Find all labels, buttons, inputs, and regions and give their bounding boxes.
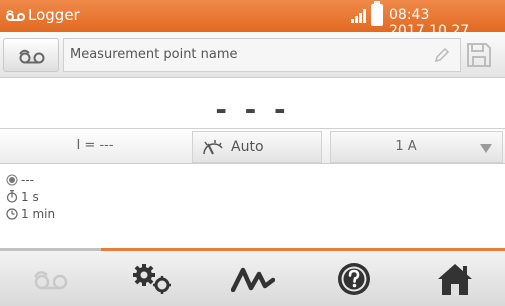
nav-settings[interactable] [101, 251, 202, 306]
nav-home[interactable] [404, 251, 505, 306]
duration-row: 1 min [6, 205, 55, 222]
battery-icon [371, 1, 383, 26]
nav-graph[interactable] [202, 251, 303, 306]
measurement-point-icon [19, 49, 45, 64]
parameter-bar: I = --- Auto 1 A [0, 128, 505, 164]
record-status-icon [6, 174, 18, 185]
signal-strength-icon [351, 8, 367, 27]
auto-range-icon [203, 140, 223, 155]
stopwatch-icon [6, 190, 18, 203]
settings-gears-icon [132, 263, 171, 294]
nav-logger[interactable] [0, 251, 101, 306]
home-icon [437, 263, 472, 295]
clock-icon [6, 207, 18, 220]
measurement-point-button[interactable] [3, 38, 59, 72]
status-row: --- [6, 171, 55, 188]
pencil-icon[interactable] [434, 47, 450, 63]
dropdown-arrow-icon [480, 144, 492, 153]
interval-value: 1 s [21, 189, 39, 204]
measurement-point-name-field[interactable]: Measurement point name [63, 38, 461, 72]
title-bar: Logger 08:43 2017.10.27 [0, 0, 505, 39]
range-select[interactable]: 1 A [330, 131, 503, 163]
help-icon [337, 262, 370, 295]
interval-row: 1 s [6, 188, 55, 205]
current-readout: I = --- [76, 138, 114, 153]
range-value: 1 A [395, 139, 417, 154]
duration-value: 1 min [21, 206, 56, 221]
measurement-point-bar: Measurement point name [0, 32, 505, 78]
logger-app-icon [6, 8, 26, 27]
measurement-value: - - - [215, 93, 290, 126]
nav-help[interactable] [303, 251, 404, 306]
logger-icon [33, 270, 67, 289]
status-value: --- [21, 172, 34, 187]
measurement-readout: - - - [0, 79, 505, 127]
auto-mode-button[interactable]: Auto [192, 131, 322, 163]
name-field-placeholder: Measurement point name [70, 47, 238, 62]
waveform-icon [230, 267, 275, 292]
app-title: Logger [28, 6, 80, 24]
bottom-navigation [0, 248, 505, 306]
logger-settings: --- 1 s 1 min [6, 171, 55, 222]
auto-mode-label: Auto [231, 139, 264, 155]
save-icon[interactable] [466, 42, 492, 68]
